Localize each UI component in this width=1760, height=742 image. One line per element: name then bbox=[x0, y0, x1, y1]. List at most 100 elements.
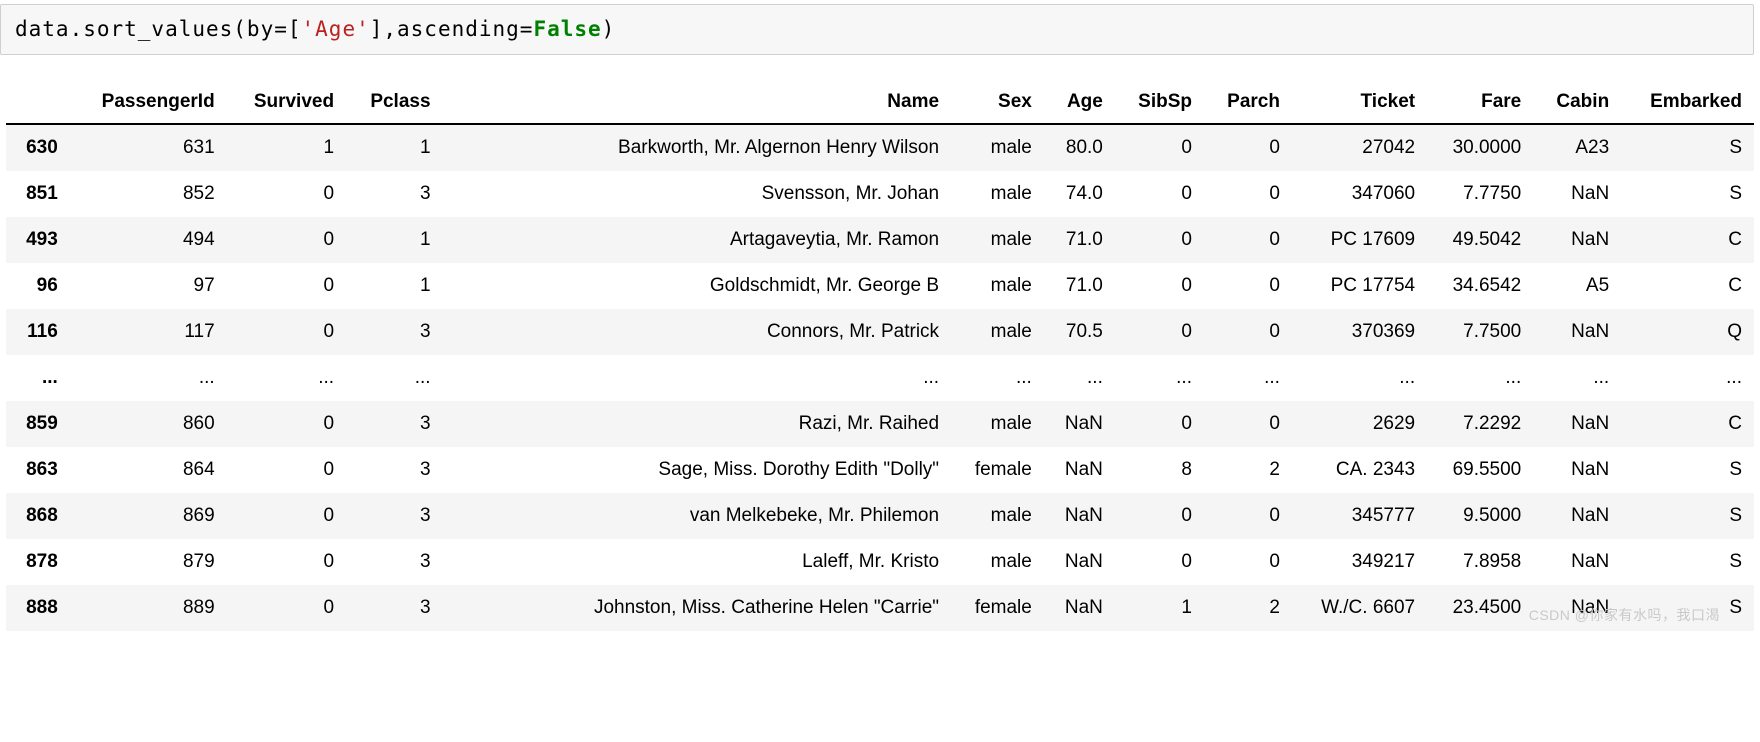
cell-survived: 0 bbox=[227, 401, 346, 447]
cell-ticket: CA. 2343 bbox=[1292, 447, 1427, 493]
code-token: data.sort_values(by=[ bbox=[15, 17, 302, 41]
cell-fare: 7.2292 bbox=[1427, 401, 1533, 447]
cell-parch: 0 bbox=[1204, 217, 1292, 263]
row-index: 863 bbox=[6, 447, 70, 493]
cell-cabin: A23 bbox=[1533, 124, 1621, 171]
cell-ticket: 2629 bbox=[1292, 401, 1427, 447]
cell-passengerid: 879 bbox=[70, 539, 227, 585]
cell-fare: 7.8958 bbox=[1427, 539, 1533, 585]
cell-age: 80.0 bbox=[1044, 124, 1115, 171]
cell-age: NaN bbox=[1044, 585, 1115, 631]
cell-name: ... bbox=[443, 355, 952, 401]
cell-passengerid: 889 bbox=[70, 585, 227, 631]
cell-passengerid: 869 bbox=[70, 493, 227, 539]
cell-name: Sage, Miss. Dorothy Edith "Dolly" bbox=[443, 447, 952, 493]
cell-sibsp: 0 bbox=[1115, 171, 1204, 217]
dataframe-body: 63063111Barkworth, Mr. Algernon Henry Wi… bbox=[6, 124, 1754, 631]
cell-embarked: S bbox=[1621, 171, 1754, 217]
cell-fare: 49.5042 bbox=[1427, 217, 1533, 263]
row-index: 116 bbox=[6, 309, 70, 355]
cell-embarked: S bbox=[1621, 585, 1754, 631]
table-row: 11611703Connors, Mr. Patrickmale70.50037… bbox=[6, 309, 1754, 355]
row-index: 868 bbox=[6, 493, 70, 539]
cell-ticket: 347060 bbox=[1292, 171, 1427, 217]
row-index: 630 bbox=[6, 124, 70, 171]
cell-pclass: 1 bbox=[346, 124, 442, 171]
cell-name: Johnston, Miss. Catherine Helen "Carrie" bbox=[443, 585, 952, 631]
cell-survived: 0 bbox=[227, 171, 346, 217]
table-row: 86386403Sage, Miss. Dorothy Edith "Dolly… bbox=[6, 447, 1754, 493]
cell-survived: 0 bbox=[227, 263, 346, 309]
cell-name: Laleff, Mr. Kristo bbox=[443, 539, 952, 585]
cell-name: Svensson, Mr. Johan bbox=[443, 171, 952, 217]
cell-embarked: S bbox=[1621, 493, 1754, 539]
cell-parch: 2 bbox=[1204, 447, 1292, 493]
col-header: Age bbox=[1044, 81, 1115, 124]
cell-survived: 0 bbox=[227, 539, 346, 585]
cell-ticket: PC 17754 bbox=[1292, 263, 1427, 309]
cell-embarked: C bbox=[1621, 217, 1754, 263]
cell-fare: ... bbox=[1427, 355, 1533, 401]
cell-pclass: 3 bbox=[346, 585, 442, 631]
cell-cabin: NaN bbox=[1533, 493, 1621, 539]
index-header bbox=[6, 81, 70, 124]
cell-sibsp: 0 bbox=[1115, 493, 1204, 539]
cell-parch: 0 bbox=[1204, 401, 1292, 447]
cell-sibsp: 0 bbox=[1115, 401, 1204, 447]
cell-name: Connors, Mr. Patrick bbox=[443, 309, 952, 355]
cell-pclass: 3 bbox=[346, 309, 442, 355]
table-row: 86886903van Melkebeke, Mr. PhilemonmaleN… bbox=[6, 493, 1754, 539]
cell-sex: male bbox=[951, 263, 1044, 309]
cell-cabin: NaN bbox=[1533, 585, 1621, 631]
cell-name: Barkworth, Mr. Algernon Henry Wilson bbox=[443, 124, 952, 171]
cell-sex: male bbox=[951, 309, 1044, 355]
dataframe-header: PassengerId Survived Pclass Name Sex Age… bbox=[6, 81, 1754, 124]
cell-fare: 34.6542 bbox=[1427, 263, 1533, 309]
row-index: 96 bbox=[6, 263, 70, 309]
code-token-keyword: False bbox=[533, 17, 601, 41]
cell-embarked: ... bbox=[1621, 355, 1754, 401]
cell-fare: 9.5000 bbox=[1427, 493, 1533, 539]
cell-passengerid: 117 bbox=[70, 309, 227, 355]
cell-cabin: NaN bbox=[1533, 171, 1621, 217]
cell-embarked: S bbox=[1621, 539, 1754, 585]
cell-ticket: 349217 bbox=[1292, 539, 1427, 585]
code-token: ) bbox=[602, 17, 616, 41]
cell-cabin: NaN bbox=[1533, 539, 1621, 585]
table-row: 969701Goldschmidt, Mr. George Bmale71.00… bbox=[6, 263, 1754, 309]
cell-parch: ... bbox=[1204, 355, 1292, 401]
cell-passengerid: 852 bbox=[70, 171, 227, 217]
cell-parch: 0 bbox=[1204, 539, 1292, 585]
cell-passengerid: ... bbox=[70, 355, 227, 401]
cell-age: NaN bbox=[1044, 493, 1115, 539]
cell-sibsp: 0 bbox=[1115, 124, 1204, 171]
cell-ticket: 27042 bbox=[1292, 124, 1427, 171]
code-input-cell[interactable]: data.sort_values(by=['Age'],ascending=Fa… bbox=[0, 4, 1754, 55]
row-index: 888 bbox=[6, 585, 70, 631]
cell-name: Razi, Mr. Raihed bbox=[443, 401, 952, 447]
code-token-string: 'Age' bbox=[302, 17, 370, 41]
cell-pclass: 3 bbox=[346, 447, 442, 493]
cell-sex: male bbox=[951, 217, 1044, 263]
cell-parch: 0 bbox=[1204, 263, 1292, 309]
cell-pclass: 3 bbox=[346, 401, 442, 447]
cell-parch: 2 bbox=[1204, 585, 1292, 631]
cell-passengerid: 631 bbox=[70, 124, 227, 171]
cell-name: van Melkebeke, Mr. Philemon bbox=[443, 493, 952, 539]
col-header: Name bbox=[443, 81, 952, 124]
cell-sex: ... bbox=[951, 355, 1044, 401]
cell-fare: 7.7500 bbox=[1427, 309, 1533, 355]
cell-fare: 30.0000 bbox=[1427, 124, 1533, 171]
cell-cabin: NaN bbox=[1533, 217, 1621, 263]
cell-fare: 23.4500 bbox=[1427, 585, 1533, 631]
cell-fare: 69.5500 bbox=[1427, 447, 1533, 493]
col-header: Embarked bbox=[1621, 81, 1754, 124]
cell-ticket: PC 17609 bbox=[1292, 217, 1427, 263]
cell-pclass: 3 bbox=[346, 493, 442, 539]
cell-pclass: 1 bbox=[346, 263, 442, 309]
cell-embarked: S bbox=[1621, 447, 1754, 493]
cell-cabin: NaN bbox=[1533, 447, 1621, 493]
cell-age: ... bbox=[1044, 355, 1115, 401]
cell-age: 74.0 bbox=[1044, 171, 1115, 217]
cell-sex: female bbox=[951, 585, 1044, 631]
